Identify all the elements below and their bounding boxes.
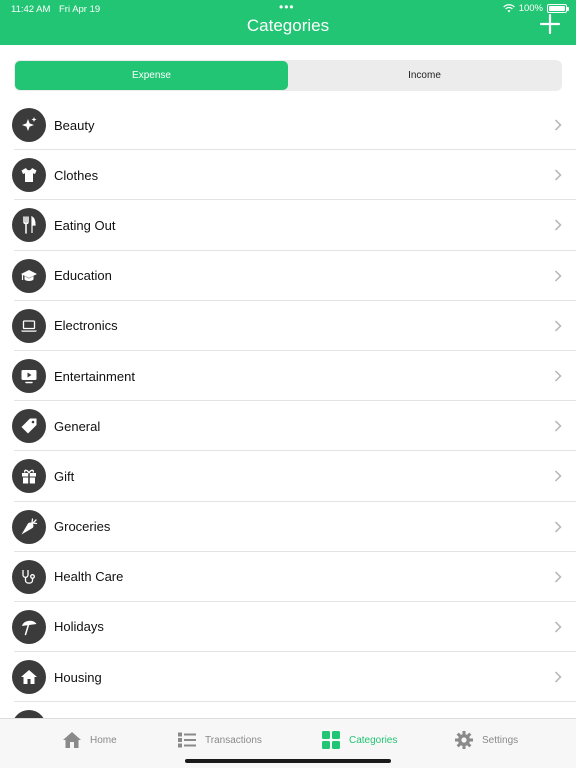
chevron-right-icon — [554, 521, 562, 533]
chevron-right-icon — [554, 621, 562, 633]
category-label: Education — [54, 268, 112, 284]
carrot-icon — [12, 509, 46, 544]
list-icon — [178, 732, 196, 748]
category-label: Holidays — [54, 619, 104, 635]
category-row-eating-out[interactable]: Eating Out — [0, 200, 576, 251]
fork-knife-icon — [12, 208, 46, 243]
category-row-housing[interactable]: Housing — [0, 652, 576, 703]
category-row-holidays[interactable]: Holidays — [0, 602, 576, 653]
category-label: Eating Out — [54, 217, 116, 233]
category-row-entertainment[interactable]: Entertainment — [0, 351, 576, 402]
category-row-gift[interactable]: Gift — [0, 451, 576, 502]
status-time: 11:42 AM — [11, 4, 51, 15]
chevron-right-icon — [554, 320, 562, 332]
category-row-beauty[interactable]: Beauty — [0, 100, 576, 151]
category-icon — [12, 710, 46, 718]
tab-label: Settings — [482, 734, 519, 746]
house-icon — [12, 660, 46, 695]
expense-income-toggle: Expense Income — [14, 60, 562, 91]
category-label: Groceries — [54, 519, 111, 535]
category-label: Gift — [54, 468, 75, 484]
status-date: Fri Apr 19 — [59, 4, 101, 15]
status-indicators: 100% — [502, 3, 569, 14]
category-row-clothes[interactable]: Clothes — [0, 150, 576, 201]
chevron-right-icon — [554, 671, 562, 683]
chevron-right-icon — [554, 169, 562, 181]
chevron-right-icon — [554, 470, 562, 482]
chevron-right-icon — [554, 119, 562, 131]
category-label: Housing — [54, 669, 102, 685]
tab-label: Categories — [349, 734, 398, 746]
tab-settings[interactable]: Settings — [454, 730, 518, 750]
category-list[interactable]: Beauty Clothes Eating Out Education Elec… — [0, 100, 576, 718]
tag-icon — [12, 409, 46, 444]
chevron-right-icon — [554, 270, 562, 282]
chevron-right-icon — [554, 571, 562, 583]
segment-income[interactable]: Income — [288, 61, 561, 90]
sparkles-icon — [12, 108, 46, 143]
category-row-health-care[interactable]: Health Care — [0, 552, 576, 602]
beach-umbrella-icon — [12, 609, 46, 644]
graduation-cap-icon — [12, 258, 46, 293]
multitasking-dots[interactable]: ••• — [279, 0, 295, 14]
battery-percent: 100% — [518, 3, 543, 14]
chevron-right-icon — [554, 219, 562, 231]
stethoscope-icon — [12, 559, 46, 594]
segment-expense[interactable]: Expense — [15, 61, 288, 90]
tab-bar: Home Transactions Categories Settings — [0, 718, 576, 768]
tab-label: Home — [90, 734, 117, 746]
category-label: Electronics — [54, 318, 118, 334]
category-row-education[interactable]: Education — [0, 251, 576, 301]
battery-icon — [547, 4, 569, 13]
category-row-electronics[interactable]: Electronics — [0, 301, 576, 351]
category-label: Clothes — [54, 167, 99, 183]
page-title: Categories — [246, 16, 330, 35]
home-indicator[interactable] — [185, 759, 391, 763]
home-icon — [63, 732, 81, 748]
category-label: Entertainment — [54, 368, 135, 384]
tab-home[interactable]: Home — [62, 730, 117, 750]
tshirt-icon — [12, 158, 46, 193]
tab-transactions[interactable]: Transactions — [177, 730, 262, 750]
category-label: Beauty — [54, 117, 95, 133]
wifi-icon — [502, 4, 515, 13]
header-bar: 11:42 AM Fri Apr 19 ••• 100% Categories — [0, 0, 576, 45]
category-row-groceries[interactable]: Groceries — [0, 502, 576, 552]
category-label: Health Care — [54, 569, 124, 585]
category-row-general[interactable]: General — [0, 401, 576, 452]
grid-icon — [322, 731, 340, 749]
category-label: General — [54, 418, 101, 434]
chevron-right-icon — [554, 370, 562, 382]
add-category-button[interactable] — [540, 14, 560, 34]
tab-categories[interactable]: Categories — [321, 730, 397, 750]
tv-play-icon — [12, 359, 46, 394]
tab-label: Transactions — [205, 734, 262, 746]
category-row-partial[interactable] — [0, 702, 576, 718]
gift-icon — [12, 459, 46, 494]
gear-icon — [455, 731, 473, 749]
laptop-icon — [12, 308, 46, 343]
chevron-right-icon — [554, 420, 562, 432]
